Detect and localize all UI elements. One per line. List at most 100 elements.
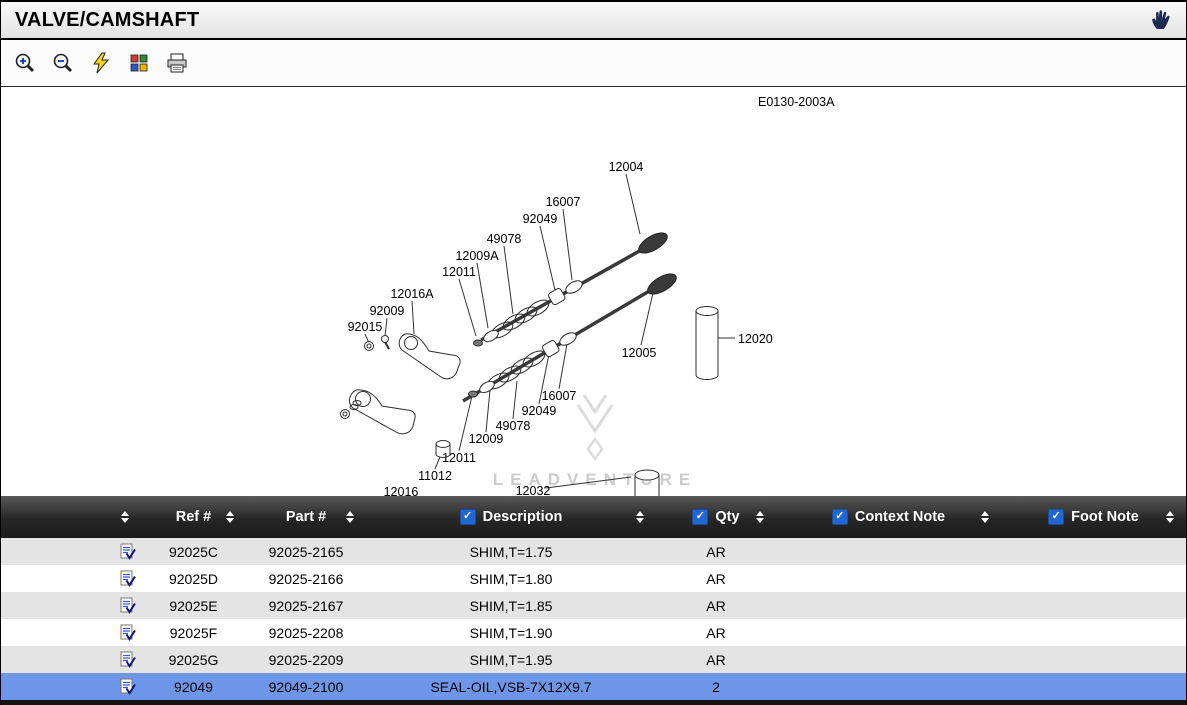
cell-ref: 92025D [141, 565, 246, 592]
valve-head-lower [645, 270, 680, 298]
part-label[interactable]: 12016A [390, 287, 434, 301]
cell-description: SHIM,T=1.75 [366, 538, 656, 565]
part-info-icon[interactable] [119, 597, 136, 614]
cell-description: SHIM,T=1.90 [366, 619, 656, 646]
collet-upper [474, 340, 483, 346]
part-label[interactable]: 16007 [546, 195, 581, 209]
column-header-icon[interactable] [1, 496, 141, 538]
cell-ref: 92025F [141, 619, 246, 646]
column-header-description[interactable]: Description [366, 496, 656, 538]
part-label[interactable]: 12011 [442, 451, 476, 465]
cell-qty: AR [656, 538, 776, 565]
highlight-parts-icon[interactable] [127, 51, 151, 75]
parts-table-body: 92025C 92025-2165 SHIM,T=1.75 AR 92025D … [1, 538, 1186, 700]
column-header-foot-note[interactable]: Foot Note [1001, 496, 1186, 538]
part-label[interactable]: 16007 [542, 389, 577, 403]
cell-context-note [776, 619, 1001, 646]
cell-context-note [776, 538, 1001, 565]
toolbar [1, 40, 1186, 87]
exploded-parts [341, 229, 719, 496]
parts-diagram: LEADVENTURE [1, 87, 1186, 496]
table-row[interactable]: 92025E 92025-2167 SHIM,T=1.85 AR [1, 592, 1186, 619]
cell-foot-note [1001, 619, 1186, 646]
cell-context-note [776, 592, 1001, 619]
column-checkbox-context-note[interactable] [832, 509, 848, 525]
table-header: Ref # Part # Description Qty Context Not… [1, 496, 1186, 538]
table-row[interactable]: 92025F 92025-2208 SHIM,T=1.90 AR [1, 619, 1186, 646]
column-label-ref: Ref # [176, 509, 211, 525]
cell-ref: 92025C [141, 538, 246, 565]
hand-icon[interactable] [1148, 8, 1172, 32]
part-label[interactable]: 92049 [522, 404, 557, 418]
cell-foot-note [1001, 538, 1186, 565]
sort-icon[interactable] [226, 511, 234, 523]
rocker-arm-lower [349, 390, 415, 434]
part-label[interactable]: 11012 [418, 469, 452, 483]
print-icon[interactable] [165, 51, 189, 75]
cell-description: SHIM,T=1.80 [366, 565, 656, 592]
part-label[interactable]: 12005 [622, 346, 657, 360]
part-label[interactable]: 12020 [738, 332, 773, 346]
cell-part: 92049-2100 [246, 673, 366, 700]
cell-ref: 92025E [141, 592, 246, 619]
part-info-icon[interactable] [119, 678, 136, 695]
diagram-code: E0130-2003A [758, 95, 835, 109]
cell-part: 92025-2166 [246, 565, 366, 592]
title-bar: VALVE/CAMSHAFT [1, 2, 1186, 40]
part-info-icon[interactable] [119, 570, 136, 587]
part-label[interactable]: 12004 [609, 160, 644, 174]
part-info-icon[interactable] [119, 624, 136, 641]
lock-nut [365, 342, 374, 351]
cell-qty: AR [656, 565, 776, 592]
cell-ref: 92025G [141, 646, 246, 673]
column-label-context-note: Context Note [855, 509, 945, 525]
cell-context-note [776, 646, 1001, 673]
adjust-screw [382, 336, 390, 350]
table-row[interactable]: 92025G 92025-2209 SHIM,T=1.95 AR [1, 646, 1186, 673]
sort-icon[interactable] [636, 511, 644, 523]
part-label[interactable]: 49078 [487, 232, 522, 246]
sort-icon[interactable] [756, 511, 764, 523]
part-info-icon[interactable] [119, 651, 136, 668]
cell-part: 92025-2165 [246, 538, 366, 565]
part-label[interactable]: 12009 [469, 432, 504, 446]
part-label[interactable]: 12009A [455, 249, 499, 263]
part-labels: E0130-2003A 12004 16007 92049 49078 1200… [348, 95, 835, 496]
cell-foot-note [1001, 646, 1186, 673]
part-label[interactable]: 12016 [384, 485, 419, 496]
sort-icon[interactable] [981, 511, 989, 523]
zoom-in-icon[interactable] [13, 51, 37, 75]
cell-part: 92025-2167 [246, 592, 366, 619]
sort-icon[interactable] [1166, 511, 1174, 523]
cell-context-note [776, 565, 1001, 592]
cell-foot-note [1001, 673, 1186, 700]
column-header-ref[interactable]: Ref # [141, 496, 246, 538]
part-label[interactable]: 12032 [516, 484, 551, 496]
part-label[interactable]: 92049 [523, 212, 558, 226]
part-label[interactable]: 92009 [370, 304, 405, 318]
valve-head-upper [636, 229, 671, 257]
column-checkbox-description[interactable] [460, 509, 476, 525]
table-row[interactable]: 92025C 92025-2165 SHIM,T=1.75 AR [1, 538, 1186, 565]
cell-qty: AR [656, 592, 776, 619]
column-checkbox-foot-note[interactable] [1048, 509, 1064, 525]
table-row[interactable]: 92025D 92025-2166 SHIM,T=1.80 AR [1, 565, 1186, 592]
lightning-icon[interactable] [89, 51, 113, 75]
column-label-description: Description [483, 509, 563, 525]
part-label[interactable]: 49078 [496, 419, 531, 433]
cell-ref: 92049 [141, 673, 246, 700]
part-info-icon[interactable] [119, 543, 136, 560]
column-header-context-note[interactable]: Context Note [776, 496, 1001, 538]
column-checkbox-qty[interactable] [692, 509, 708, 525]
column-header-part[interactable]: Part # [246, 496, 366, 538]
part-label[interactable]: 92015 [348, 320, 383, 334]
cell-qty: AR [656, 646, 776, 673]
cell-description: SHIM,T=1.85 [366, 592, 656, 619]
part-label[interactable]: 12011 [442, 265, 476, 279]
sort-icon[interactable] [346, 511, 354, 523]
column-header-qty[interactable]: Qty [656, 496, 776, 538]
zoom-out-icon[interactable] [51, 51, 75, 75]
sort-icon[interactable] [121, 511, 129, 523]
cell-description: SHIM,T=1.95 [366, 646, 656, 673]
table-row-selected[interactable]: 92049 92049-2100 SEAL-OIL,VSB-7X12X9.7 2 [1, 673, 1186, 700]
